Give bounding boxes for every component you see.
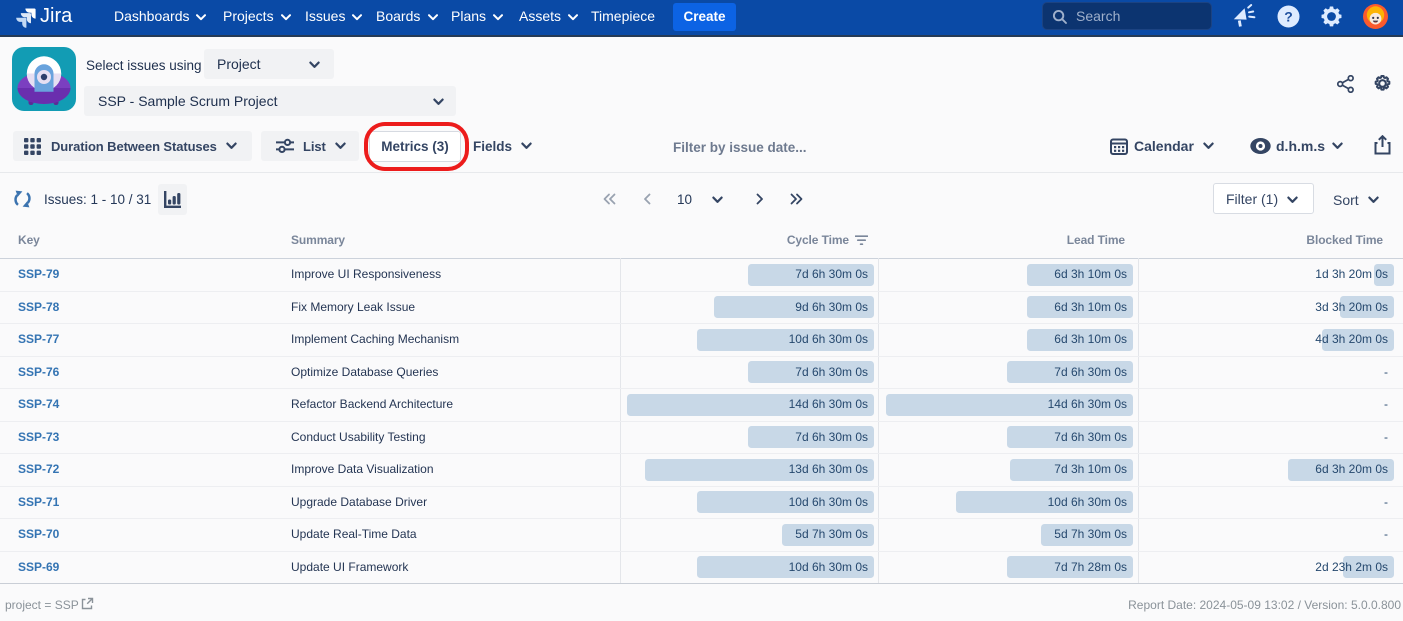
svg-text:?: ? — [1284, 9, 1293, 25]
